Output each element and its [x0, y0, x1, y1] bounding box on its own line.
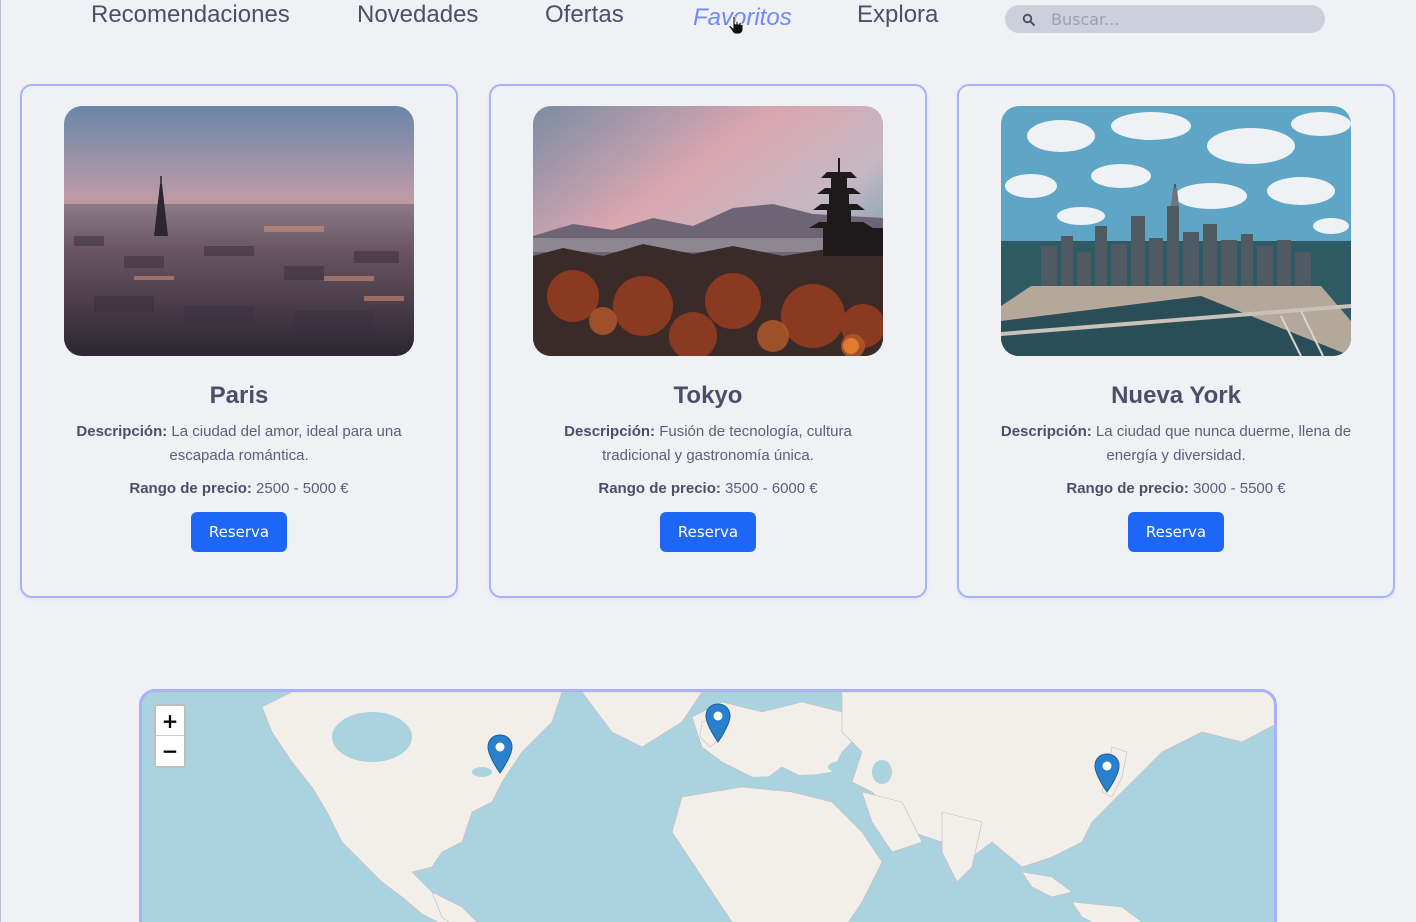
zoom-control: + − [154, 704, 186, 768]
price-value: 3500 - 6000 € [725, 480, 818, 497]
new-york-photo [1001, 106, 1351, 356]
nav-explora[interactable]: Explora [857, 0, 938, 30]
card-description: Descripción: La ciudad del amor, ideal p… [62, 420, 416, 468]
map-marker-paris-icon[interactable] [705, 703, 731, 743]
card-price: Rango de precio: 2500 - 5000 € [22, 480, 456, 497]
description-text: La ciudad del amor, ideal para una escap… [169, 423, 402, 464]
reserve-button-tokyo[interactable]: Reserva [660, 512, 756, 552]
paris-photo [64, 106, 414, 356]
reserve-button-nueva-york[interactable]: Reserva [1128, 512, 1224, 552]
description-label: Descripción: [76, 423, 168, 440]
description-label: Descripción: [564, 423, 656, 440]
card-title: Nueva York [1111, 382, 1241, 409]
price-label: Rango de precio: [129, 480, 252, 497]
top-nav: Recomendaciones Novedades Ofertas Favori… [0, 0, 1416, 40]
destination-card-nueva-york: Nueva York Descripción: La ciudad que nu… [957, 84, 1395, 598]
tokyo-photo [533, 106, 883, 356]
card-description: Descripción: La ciudad que nunca duerme,… [999, 420, 1353, 468]
card-title: Tokyo [673, 382, 743, 409]
destination-card-paris: Paris Descripción: La ciudad del amor, i… [20, 84, 458, 598]
description-label: Descripción: [1000, 423, 1092, 440]
pointer-cursor-icon [728, 15, 744, 36]
description-text: La ciudad que nunca duerme, llena de ene… [1095, 423, 1352, 464]
search-box[interactable] [1005, 5, 1325, 33]
map-marker-new-york-icon[interactable] [487, 734, 513, 774]
card-description: Descripción: Fusión de tecnología, cultu… [531, 420, 885, 468]
zoom-in-button[interactable]: + [156, 706, 184, 736]
reserve-button-paris[interactable]: Reserva [191, 512, 287, 552]
price-label: Rango de precio: [1066, 480, 1189, 497]
destinations-map[interactable]: + − [139, 689, 1277, 922]
search-icon [1019, 5, 1045, 33]
destination-card-tokyo: Tokyo Descripción: Fusión de tecnología,… [489, 84, 927, 598]
zoom-out-button[interactable]: − [156, 736, 184, 766]
card-price: Rango de precio: 3000 - 5500 € [959, 480, 1393, 497]
map-marker-tokyo-icon[interactable] [1094, 753, 1120, 793]
price-value: 2500 - 5000 € [256, 480, 349, 497]
nav-novedades[interactable]: Novedades [357, 0, 478, 30]
card-title: Paris [209, 382, 269, 409]
price-label: Rango de precio: [598, 480, 721, 497]
nav-ofertas[interactable]: Ofertas [545, 0, 624, 30]
nav-recomendaciones[interactable]: Recomendaciones [91, 0, 290, 30]
search-input[interactable] [1045, 5, 1325, 33]
page-edge [0, 0, 1, 922]
card-price: Rango de precio: 3500 - 6000 € [491, 480, 925, 497]
price-value: 3000 - 5500 € [1193, 480, 1286, 497]
